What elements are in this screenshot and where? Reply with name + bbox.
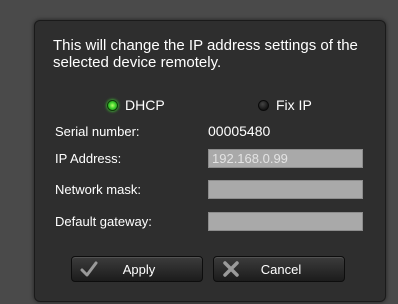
radio-unselected-icon [258, 99, 269, 111]
mask-label: Network mask: [55, 181, 141, 197]
checkmark-icon [80, 260, 98, 278]
gateway-row: Default gateway: [55, 211, 365, 231]
apply-button[interactable]: Apply [71, 256, 203, 282]
cancel-button[interactable]: Cancel [213, 256, 345, 282]
fixip-label: Fix IP [276, 97, 312, 113]
radio-selected-icon [107, 99, 118, 111]
dhcp-label: DHCP [125, 97, 165, 113]
x-icon [222, 260, 240, 278]
mask-row: Network mask: [55, 179, 365, 199]
cancel-label: Cancel [260, 261, 302, 277]
gateway-label: Default gateway: [55, 213, 152, 229]
fixip-radio[interactable]: Fix IP [258, 97, 312, 113]
ip-settings-dialog: This will change the IP address settings… [34, 20, 386, 302]
dhcp-radio[interactable]: DHCP [107, 97, 165, 113]
ip-label: IP Address: [55, 150, 122, 166]
apply-label: Apply [122, 261, 156, 277]
default-gateway-field[interactable] [208, 211, 363, 231]
serial-value: 00005480 [208, 123, 271, 139]
dialog-message: This will change the IP address settings… [53, 37, 358, 71]
serial-label: Serial number: [55, 123, 140, 139]
serial-row: Serial number: 00005480 [55, 121, 365, 141]
ip-row: IP Address: 192.168.0.99 [55, 148, 365, 168]
ip-address-field[interactable]: 192.168.0.99 [208, 148, 363, 168]
network-mask-field[interactable] [208, 179, 363, 199]
